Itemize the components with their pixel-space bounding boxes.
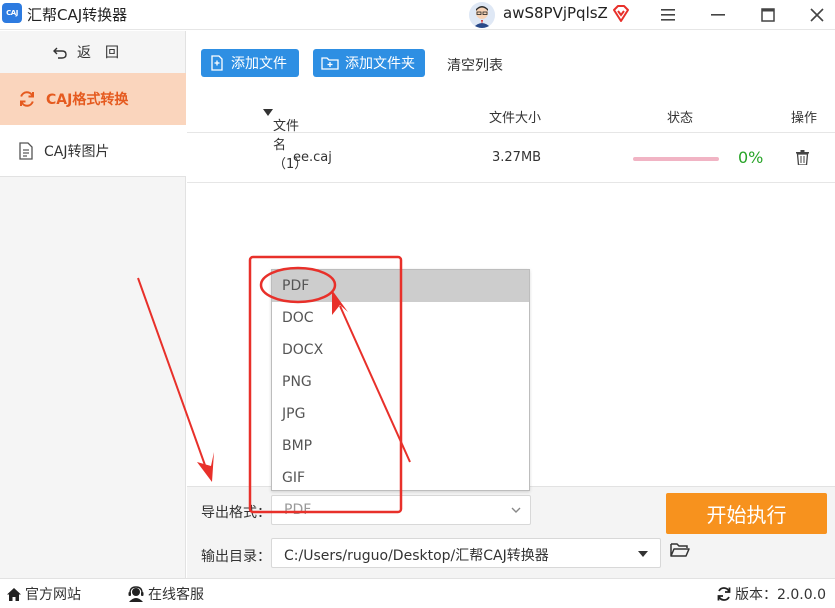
user-avatar[interactable] <box>469 2 495 28</box>
dropdown-caret-icon <box>638 551 648 557</box>
folder-open-icon <box>670 543 690 557</box>
trash-icon <box>796 150 809 166</box>
sidebar-item-label: CAJ转图片 <box>44 143 110 160</box>
maximize-button[interactable] <box>755 2 781 28</box>
output-dir-select[interactable]: C:/Users/ruguo/Desktop/汇帮CAJ转换器 <box>271 538 661 568</box>
minimize-icon <box>711 14 725 16</box>
back-button[interactable]: 返回 <box>0 31 186 73</box>
sidebar-item-caj-to-image[interactable]: CAJ转图片 <box>0 125 186 177</box>
maximize-icon <box>761 8 775 22</box>
format-option[interactable]: PDF <box>272 270 529 302</box>
add-folder-label: 添加文件夹 <box>345 56 415 72</box>
customer-service-icon <box>128 586 144 602</box>
file-size: 3.27MB <box>492 150 542 165</box>
sort-down-icon <box>263 109 273 116</box>
format-option[interactable]: DOC <box>272 302 529 334</box>
export-format-value: PDF <box>284 502 312 518</box>
format-option[interactable]: JPG <box>272 398 529 430</box>
header-status: 状态 <box>667 111 694 126</box>
add-folder-button[interactable]: 添加文件夹 <box>313 49 425 77</box>
header-filename[interactable]: 文件名（1） <box>263 107 307 172</box>
hamburger-icon <box>661 9 675 21</box>
add-file-label: 添加文件 <box>231 56 287 72</box>
status-bar: 官方网站 在线客服 版本：2.0.0.0 <box>0 578 835 608</box>
title-bar: CAJ 汇帮CAJ转换器 awS8PVjPqlsZ <box>0 0 835 30</box>
close-button[interactable] <box>804 2 830 28</box>
sidebar-item-caj-convert[interactable]: CAJ格式转换 <box>0 73 186 125</box>
app-logo-icon: CAJ <box>2 3 22 23</box>
table-header: 文件名（1） 文件大小 状态 操作 <box>187 99 835 172</box>
chevron-down-icon <box>511 507 521 513</box>
output-dir-label: 输出目录： <box>201 549 271 565</box>
sidebar-item-label: CAJ格式转换 <box>46 92 129 108</box>
document-icon <box>19 141 33 160</box>
start-button[interactable]: 开始执行 <box>666 493 827 534</box>
official-website-link[interactable]: 官方网站 <box>6 584 81 604</box>
output-dir-value: C:/Users/ruguo/Desktop/汇帮CAJ转换器 <box>284 548 549 564</box>
export-format-select[interactable]: PDF <box>271 495 531 525</box>
update-icon <box>717 587 731 601</box>
add-file-button[interactable]: 添加文件 <box>201 49 299 77</box>
vip-diamond-icon[interactable] <box>611 4 631 24</box>
header-operation: 操作 <box>791 111 818 126</box>
avatar-icon <box>469 2 495 28</box>
table-row[interactable]: ee.caj 3.27MB 0% <box>187 133 835 183</box>
format-option[interactable]: GIF <box>272 462 529 494</box>
user-name[interactable]: awS8PVjPqlsZ <box>503 4 608 22</box>
file-name: ee.caj <box>293 150 332 165</box>
sidebar: 返回 CAJ格式转换 CAJ转图片 <box>0 31 186 578</box>
clear-list-button[interactable]: 清空列表 <box>447 55 503 75</box>
back-arrow-icon <box>53 47 67 59</box>
format-option[interactable]: DOCX <box>272 334 529 366</box>
app-title: 汇帮CAJ转换器 <box>27 6 128 24</box>
delete-button[interactable] <box>796 150 809 169</box>
settings-panel: 导出格式： PDF 开始执行 输出目录： C:/Users/ruguo/Desk… <box>187 486 835 578</box>
header-filesize: 文件大小 <box>489 111 542 126</box>
back-label: 返回 <box>77 45 133 61</box>
browse-folder-button[interactable] <box>670 542 690 562</box>
progress-bar <box>633 157 719 161</box>
home-icon <box>7 587 21 601</box>
refresh-icon <box>20 91 34 107</box>
add-file-icon <box>211 55 223 71</box>
menu-button[interactable] <box>655 2 681 28</box>
version-info[interactable]: 版本：2.0.0.0 <box>716 584 826 604</box>
progress-percent: 0% <box>738 148 764 167</box>
add-folder-icon <box>321 57 339 70</box>
minimize-button[interactable] <box>705 2 731 28</box>
format-dropdown-list[interactable]: PDF DOC DOCX PNG JPG BMP GIF <box>271 269 530 491</box>
online-service-link[interactable]: 在线客服 <box>127 584 204 604</box>
format-option[interactable]: BMP <box>272 430 529 462</box>
export-format-label: 导出格式： <box>201 505 271 521</box>
close-icon <box>810 8 824 22</box>
format-option[interactable]: PNG <box>272 366 529 398</box>
